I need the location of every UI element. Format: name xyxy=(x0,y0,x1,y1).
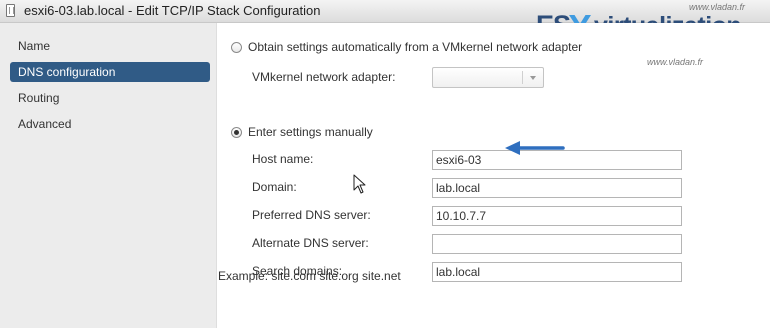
host-icon xyxy=(6,4,15,17)
sidebar-item-routing[interactable]: Routing xyxy=(10,88,210,108)
preferred-dns-label: Preferred DNS server: xyxy=(252,208,371,222)
vmkernel-adapter-label: VMkernel network adapter: xyxy=(252,70,396,84)
preferred-dns-input[interactable] xyxy=(432,206,682,226)
radio-manual-label: Enter settings manually xyxy=(248,125,373,139)
sidebar-item-dns-configuration[interactable]: DNS configuration xyxy=(10,62,210,82)
domain-input[interactable] xyxy=(432,178,682,198)
radio-button-manual[interactable] xyxy=(231,126,242,138)
logo-site-url: www.vladan.fr xyxy=(689,2,746,12)
domain-label: Domain: xyxy=(252,180,297,194)
radio-auto-label: Obtain settings automatically from a VMk… xyxy=(248,40,583,54)
radio-enter-manually[interactable]: Enter settings manually xyxy=(231,125,373,139)
alternate-dns-label: Alternate DNS server: xyxy=(252,236,369,250)
arrow-left-icon xyxy=(505,141,565,155)
alternate-dns-input[interactable] xyxy=(432,234,682,254)
radio-obtain-automatically[interactable]: Obtain settings automatically from a VMk… xyxy=(231,40,582,54)
chevron-down-icon xyxy=(530,76,536,80)
wizard-sidebar: Name DNS configuration Routing Advanced xyxy=(0,23,217,328)
vmkernel-adapter-select[interactable] xyxy=(432,67,544,88)
watermark-site-url: www.vladan.fr xyxy=(647,57,704,67)
search-domains-example: Example: site.com site.org site.net xyxy=(218,269,401,283)
window-title: esxi6-03.lab.local - Edit TCP/IP Stack C… xyxy=(24,3,321,18)
mouse-pointer-icon xyxy=(353,174,366,194)
radio-button-auto[interactable] xyxy=(231,41,242,53)
sidebar-item-advanced[interactable]: Advanced xyxy=(10,114,210,134)
sidebar-item-name[interactable]: Name xyxy=(10,36,210,56)
host-name-label: Host name: xyxy=(252,152,314,166)
select-divider xyxy=(522,71,523,84)
search-domains-input[interactable] xyxy=(432,262,682,282)
